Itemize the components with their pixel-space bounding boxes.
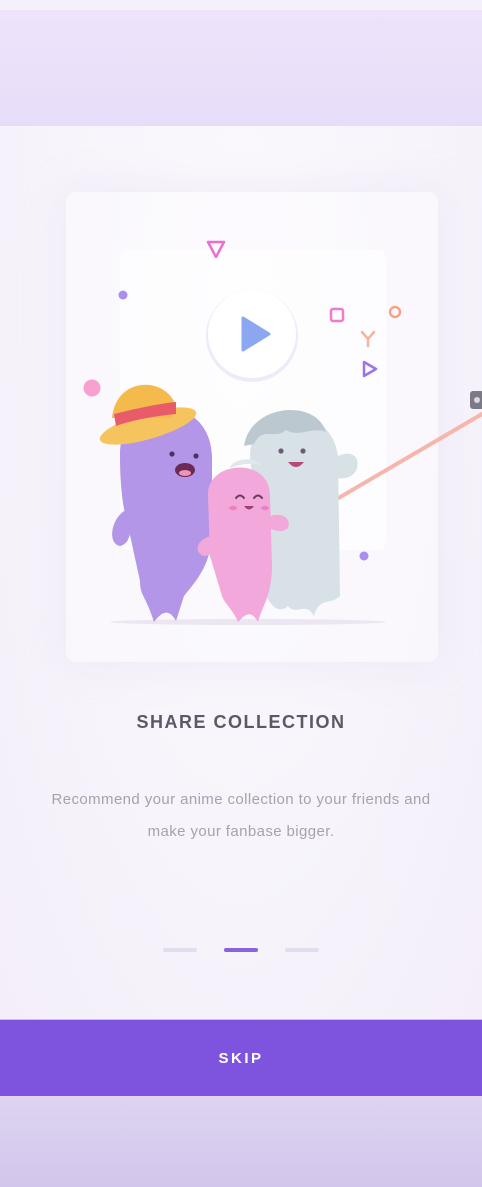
page-dot-2-active[interactable] [224, 948, 258, 952]
bottom-area [0, 1096, 482, 1187]
small-dot-confetti-icon [359, 551, 369, 561]
page-description: Recommend your anime collection to your … [51, 791, 431, 840]
square-confetti-icon [329, 307, 345, 323]
play-confetti-icon [362, 360, 378, 378]
page-title: SHARE COLLECTION [136, 712, 346, 732]
share-illustration [83, 240, 482, 625]
top-status-area [0, 10, 482, 126]
page-indicator [0, 948, 482, 954]
dot-confetti-icon [118, 290, 128, 300]
onboarding-screen: SHARE COLLECTION Recommend your anime co… [0, 126, 482, 1020]
skip-button[interactable]: SKIP [0, 1020, 482, 1096]
ring-confetti-icon [388, 305, 402, 319]
pink-dot-confetti-icon [83, 379, 101, 397]
purple-ghost-character [99, 384, 212, 622]
page-dot-3[interactable] [285, 948, 319, 952]
page-dot-1[interactable] [163, 948, 197, 952]
triangle-confetti-icon [206, 240, 226, 259]
play-button[interactable] [206, 290, 298, 382]
y-confetti-icon [360, 330, 376, 348]
ground-shadow [110, 619, 386, 625]
